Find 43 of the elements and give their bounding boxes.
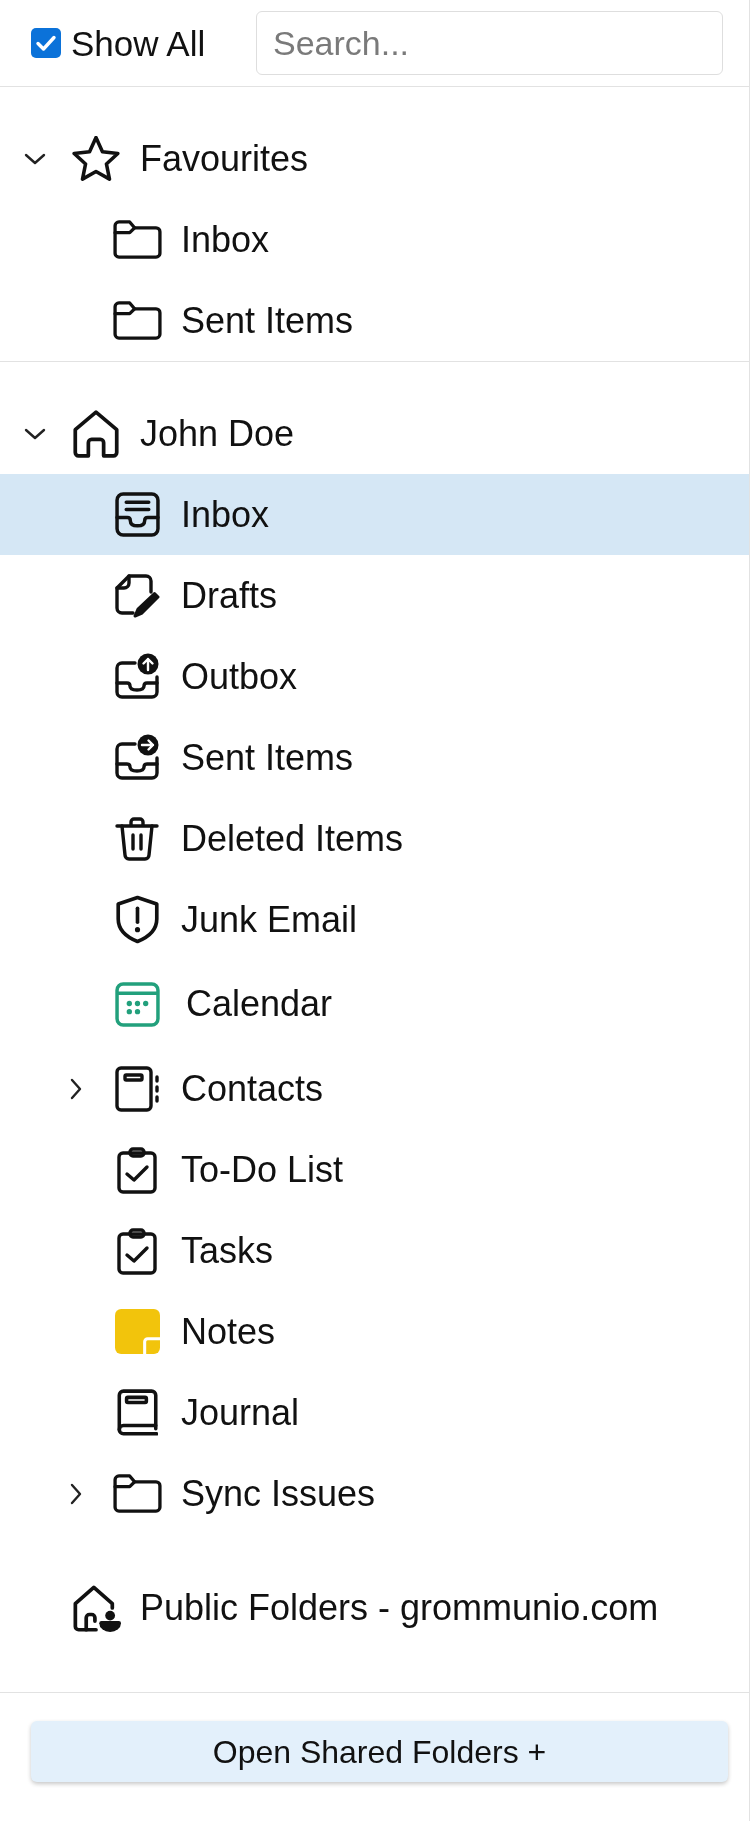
tree-item[interactable]: To-Do List xyxy=(0,1129,749,1210)
tray-right-arrow-icon xyxy=(114,732,160,783)
calendar-icon xyxy=(114,981,160,1027)
tree-item[interactable]: Public Folders - grommunio.com xyxy=(0,1567,749,1648)
address-book-icon xyxy=(115,1063,159,1114)
clipboard-check-icon xyxy=(117,1144,157,1195)
chevron-right-icon[interactable] xyxy=(70,1482,82,1505)
star-icon xyxy=(72,135,120,182)
tree-item[interactable]: Favourites xyxy=(0,118,749,199)
tree-item[interactable]: Inbox xyxy=(0,474,749,555)
open-shared-folders-button[interactable]: Open Shared Folders + xyxy=(31,1721,728,1782)
chevron-right-icon[interactable] xyxy=(70,1077,82,1100)
tree-item[interactable]: Inbox xyxy=(0,199,749,280)
chevron-down-icon[interactable] xyxy=(24,427,46,440)
tree-item[interactable]: Deleted Items xyxy=(0,798,749,879)
tray-up-arrow-icon xyxy=(114,651,160,702)
tree-item[interactable]: Junk Email xyxy=(0,879,749,960)
checkbox-label[interactable]: Show All xyxy=(71,25,206,61)
checkbox[interactable] xyxy=(31,28,61,58)
chevron-down-icon[interactable] xyxy=(24,152,46,165)
folder-icon xyxy=(112,301,162,340)
tree-item[interactable]: Tasks xyxy=(0,1210,749,1291)
tree-item[interactable]: Notes xyxy=(0,1291,749,1372)
tree-item[interactable]: Outbox xyxy=(0,636,749,717)
tree-item[interactable]: Journal xyxy=(0,1372,749,1453)
tree-item[interactable]: Sync Issues xyxy=(0,1453,749,1534)
tree-item[interactable]: Sent Items xyxy=(0,717,749,798)
folder-icon xyxy=(112,1474,162,1513)
tree-item[interactable]: Drafts xyxy=(0,555,749,636)
tree-item[interactable]: John Doe xyxy=(0,393,749,474)
clipboard-check-icon xyxy=(117,1225,157,1276)
tree-item[interactable]: Calendar xyxy=(0,960,749,1048)
house-icon xyxy=(73,409,119,458)
document-pencil-icon xyxy=(114,571,160,620)
inbox-tray-icon xyxy=(114,492,160,537)
house-person-icon xyxy=(71,1582,121,1633)
folder-icon xyxy=(112,220,162,259)
tree-item[interactable]: Sent Items xyxy=(0,280,749,361)
sticky-note-icon xyxy=(114,1309,160,1354)
shield-exclamation-icon xyxy=(114,895,160,944)
search-field[interactable]: Search... xyxy=(256,11,723,75)
book-icon xyxy=(116,1387,158,1438)
tree-item[interactable]: Contacts xyxy=(0,1048,749,1129)
